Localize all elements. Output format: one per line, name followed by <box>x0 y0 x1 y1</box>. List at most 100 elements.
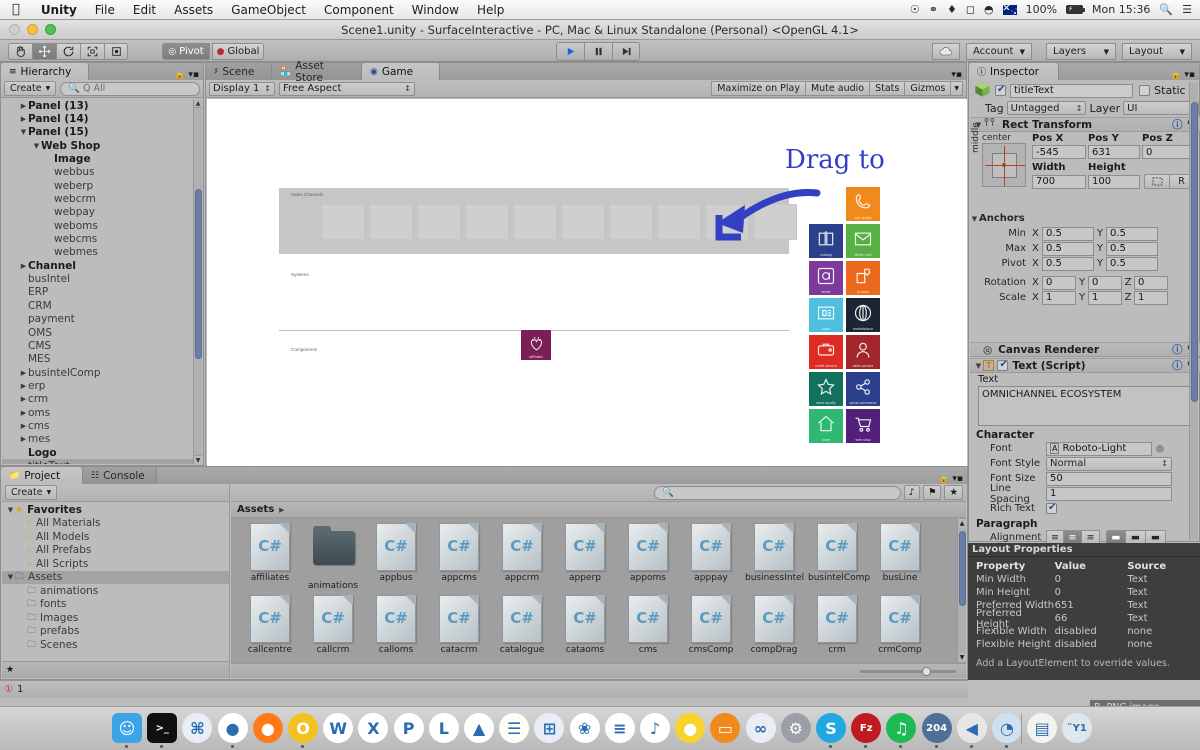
channel-drop-slot[interactable] <box>369 204 413 240</box>
favorites-filter-button[interactable]: ★ <box>944 485 963 500</box>
foldout-arrow-icon[interactable]: ▶ <box>19 409 28 417</box>
panel-menu-icon[interactable]: ▾▪ <box>1184 70 1195 80</box>
display-dropdown[interactable]: Display 1 <box>209 81 275 96</box>
hierarchy-item[interactable]: CRM <box>2 299 193 312</box>
game-render-area[interactable]: Sales Channels Systems Components affili… <box>207 99 967 466</box>
menu-item-file[interactable]: File <box>86 0 124 20</box>
hierarchy-item[interactable]: MES <box>2 353 193 366</box>
hierarchy-item[interactable]: webmes <box>2 246 193 259</box>
palette-tile-direct-mail[interactable]: direct mail <box>846 224 880 258</box>
scroll-down-arrow[interactable]: ▼ <box>958 653 966 662</box>
foldout-arrow-icon[interactable]: ▼ <box>6 573 15 581</box>
hierarchy-item[interactable]: webbus <box>2 166 193 179</box>
hierarchy-item[interactable]: ▶ erp <box>2 379 193 392</box>
anchor-preset-widget[interactable] <box>982 143 1026 187</box>
cloud-button[interactable] <box>932 43 960 60</box>
help-icon[interactable]: ⓘ <box>1172 358 1183 373</box>
project-tree-item[interactable]: 🗀 Images <box>2 611 229 625</box>
assets-breadcrumb[interactable]: Assets ▶ <box>231 502 966 518</box>
palette-tile-kiosk[interactable]: kiosk <box>809 298 843 332</box>
anchor-min-y-field[interactable]: 0.5 <box>1106 226 1158 241</box>
hand-tool-icon[interactable] <box>8 43 32 60</box>
wifi-icon[interactable]: ◓ <box>984 3 994 16</box>
hierarchy-item[interactable]: ▶ Channel <box>2 259 193 272</box>
create-dropdown-hierarchy[interactable]: Create ▼ <box>4 81 57 96</box>
foldout-arrow-icon[interactable]: ▶ <box>19 262 28 270</box>
asset-item[interactable]: C# cms <box>619 595 677 655</box>
hierarchy-item[interactable]: Image <box>2 152 193 165</box>
dock-item-terminal[interactable]: >_ <box>147 713 178 743</box>
palette-tile-credit-service[interactable]: credit service <box>809 335 843 369</box>
tab-hierarchy[interactable]: ≡ Hierarchy <box>1 63 89 80</box>
hierarchy-item[interactable]: ▶ Panel (13) <box>2 99 193 112</box>
hierarchy-scroll-thumb[interactable] <box>195 189 202 359</box>
project-tree-item[interactable]: ⌕ All Materials <box>2 517 229 531</box>
project-tree-item[interactable]: 🗀 animations <box>2 584 229 598</box>
text-value-textarea[interactable]: OMNICHANNEL ECOSYSTEM <box>978 386 1192 426</box>
foldout-arrow-icon[interactable]: ▼ <box>19 128 28 136</box>
asset-item[interactable]: C# appbus <box>367 523 425 583</box>
mute-audio-toggle[interactable]: Mute audio <box>805 81 871 96</box>
pivot-y-field[interactable]: 0.5 <box>1106 256 1158 271</box>
tab-console[interactable]: ☷ Console <box>83 467 157 484</box>
asset-grid-scrollbar[interactable]: ▲ ▼ <box>957 519 966 662</box>
dock-item-firefox[interactable]: ● <box>252 713 283 743</box>
asset-item[interactable]: C# appoms <box>619 523 677 583</box>
dock-item-timemachine[interactable]: 204 <box>921 713 952 743</box>
canvas-renderer-header[interactable]: ◎ Canvas Renderer ⓘ ⚙ <box>970 342 1200 357</box>
project-tree-item[interactable]: ⌕ All Models <box>2 530 229 544</box>
asset-item[interactable]: C# crmComp <box>871 595 929 655</box>
asset-item[interactable]: C# callcrm <box>304 595 362 655</box>
project-tree-item[interactable]: ⌕ All Scripts <box>2 557 229 571</box>
rich-text-checkbox[interactable] <box>1046 502 1057 514</box>
dock-item-vlc[interactable]: ▲ <box>464 713 494 743</box>
zoom-slider-bar[interactable] <box>231 663 966 678</box>
asset-grid-scroll-thumb[interactable] <box>959 531 966 606</box>
anchor-max-x-field[interactable]: 0.5 <box>1042 241 1094 256</box>
hierarchy-item[interactable]: ▶ crm <box>2 393 193 406</box>
inspector-scrollbar[interactable] <box>1189 82 1198 540</box>
foldout-arrow-icon[interactable]: ▶ <box>19 382 28 390</box>
menu-item-unity[interactable]: Unity <box>32 0 86 20</box>
panel-menu-icon[interactable]: ▾▪ <box>952 474 963 484</box>
foldout-arrow-icon[interactable]: ▶ <box>19 422 28 430</box>
asset-item[interactable]: C# affiliates <box>241 523 299 583</box>
object-name-field[interactable]: titleText <box>1010 83 1134 98</box>
channel-drop-slot[interactable] <box>609 204 653 240</box>
tag-dropdown[interactable]: Untagged <box>1006 101 1087 115</box>
asset-item[interactable]: C# apppay <box>682 523 740 583</box>
line-spacing-field[interactable]: 1 <box>1046 486 1172 501</box>
menu-item-component[interactable]: Component <box>315 0 403 20</box>
hierarchy-item[interactable]: webpay <box>2 206 193 219</box>
asset-item[interactable]: C# busintelComp <box>808 523 870 583</box>
panel-menu-icon[interactable]: ▾▪ <box>951 70 962 80</box>
project-tree-item[interactable]: 🗀 Scenes <box>2 638 229 652</box>
dock-item-photos[interactable]: ❀ <box>569 713 600 743</box>
font-size-field[interactable]: 50 <box>1046 471 1172 486</box>
asset-item[interactable]: C# compDrag <box>745 595 803 655</box>
palette-tile-sales-service[interactable]: sales service <box>846 335 880 369</box>
foldout-arrow-icon[interactable]: ▶ <box>19 435 28 443</box>
hierarchy-item[interactable]: CMS <box>2 339 193 352</box>
font-style-dropdown[interactable]: Normal <box>1046 456 1172 471</box>
maximize-on-play-toggle[interactable]: Maximize on Play <box>711 81 806 96</box>
rect-transform-header[interactable]: ▼ Rect Transform ⓘ ⚙ <box>970 117 1200 132</box>
asset-item[interactable]: C# catalogue <box>493 595 551 655</box>
create-dropdown-project[interactable]: Create ▼ <box>5 485 58 500</box>
dropbox-icon[interactable]: ♦ <box>947 3 957 16</box>
hierarchy-item[interactable]: webcms <box>2 232 193 245</box>
foldout-arrow-icon[interactable]: ▶ <box>19 369 28 377</box>
asset-item[interactable]: C# busLine <box>871 523 929 583</box>
pivot-x-field[interactable]: 0.5 <box>1042 256 1094 271</box>
dock-item-wechat-tool[interactable]: ∞ <box>745 713 776 743</box>
hierarchy-item[interactable]: ▶ mes <box>2 433 193 446</box>
lock-icon[interactable]: 🔒 <box>174 70 185 80</box>
dock-item-powerpoint[interactable]: P <box>393 713 424 743</box>
palette-tile-call-centre[interactable]: call centre <box>846 187 880 221</box>
hierarchy-item[interactable]: ▶ oms <box>2 406 193 419</box>
dock-item-trash[interactable]: Ὕ1 <box>1062 713 1093 743</box>
scale-z-field[interactable]: 1 <box>1134 290 1168 305</box>
dock-item-stickies[interactable]: ▤ <box>1027 713 1058 743</box>
foldout-arrow-icon[interactable]: ▼ <box>974 362 983 370</box>
channel-drop-slot[interactable] <box>561 204 605 240</box>
